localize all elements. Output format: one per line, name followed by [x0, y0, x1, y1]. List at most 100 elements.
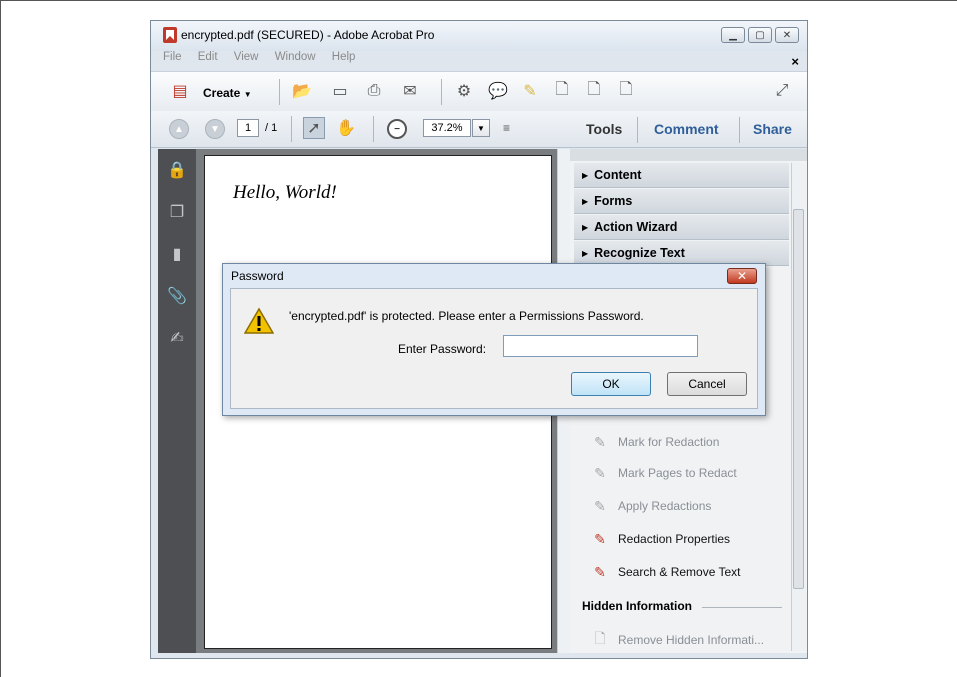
- ok-button[interactable]: OK: [571, 372, 651, 396]
- heading-divider: [702, 607, 782, 608]
- tool-redaction-properties[interactable]: ✎ Redaction Properties: [590, 528, 730, 550]
- section-label: Forms: [594, 194, 633, 208]
- dialog-message: 'encrypted.pdf' is protected. Please ent…: [289, 309, 644, 323]
- toolbar-separator: [373, 116, 374, 142]
- highlight-text-icon[interactable]: ✎: [519, 80, 541, 102]
- section-content[interactable]: ▶ Content: [574, 163, 789, 188]
- screen-border-left: [0, 0, 1, 677]
- menu-bar: File Edit View Window Help: [163, 51, 365, 63]
- redaction-properties-icon: ✎: [594, 530, 606, 547]
- print-icon[interactable]: ⎙: [363, 80, 385, 102]
- tool-mark-pages-to-redact[interactable]: ✎ Mark Pages to Redact: [590, 462, 737, 484]
- main-toolbar: ▤ Create ▼ 📂 ▭ ⎙ ✉ ⚙ 💬 ✎ 🗋 🗋 🗋 ⤢: [151, 71, 807, 113]
- document-export-icon[interactable]: 🗋: [583, 80, 605, 102]
- section-forms[interactable]: ▶ Forms: [574, 189, 789, 214]
- redact-pages-icon: ✎: [594, 464, 606, 481]
- next-page-icon[interactable]: ▼: [205, 119, 225, 139]
- dialog-title: Password: [231, 269, 284, 283]
- tab-separator: [637, 117, 638, 143]
- menu-view[interactable]: View: [234, 51, 259, 63]
- tool-search-remove-text[interactable]: ✎ Search & Remove Text: [590, 561, 741, 583]
- paperclip-icon[interactable]: 📎: [167, 285, 187, 307]
- document-search-icon[interactable]: 🗋: [615, 80, 637, 102]
- create-label: Create: [203, 86, 241, 100]
- remove-hidden-info-icon: 🗋: [594, 630, 606, 646]
- page-total: / 1: [265, 122, 278, 134]
- tools-pane-scroll-thumb[interactable]: [793, 209, 804, 589]
- tools-pane-header: [570, 149, 807, 161]
- tool-remove-hidden-information[interactable]: 🗋 Remove Hidden Informati...: [590, 629, 764, 651]
- password-dialog: Password ✕ 'encrypted.pdf' is protected.…: [222, 263, 766, 416]
- settings-gear-icon[interactable]: ⚙: [453, 80, 475, 102]
- bookmark-icon[interactable]: ▮: [167, 243, 187, 265]
- create-pdf-icon[interactable]: ▤: [169, 80, 191, 102]
- hidden-information-heading: Hidden Information: [582, 599, 692, 613]
- more-tools-icon[interactable]: ≡: [503, 121, 510, 135]
- zoom-dropdown-icon[interactable]: ▼: [472, 119, 490, 137]
- open-folder-icon[interactable]: 📂: [291, 80, 313, 102]
- zoom-out-icon[interactable]: −: [387, 119, 407, 139]
- select-cursor-icon[interactable]: ➚: [303, 117, 325, 139]
- tool-apply-redactions[interactable]: ✎ Apply Redactions: [590, 495, 711, 517]
- minimize-button[interactable]: ▁: [721, 27, 745, 43]
- window-controls: ▁ ▢ ✕: [721, 27, 799, 43]
- cancel-button[interactable]: Cancel: [667, 372, 747, 396]
- triangle-right-icon: ▶: [582, 222, 589, 232]
- password-label: Enter Password:: [398, 342, 487, 356]
- signature-icon[interactable]: ✍: [167, 327, 187, 349]
- pages-icon[interactable]: ❐: [167, 201, 187, 223]
- toolbar-separator: [441, 79, 442, 105]
- navigation-pane: 🔒 ❐ ▮ 📎 ✍: [158, 149, 196, 653]
- navigation-toolbar: ▲ ▼ 1 / 1 ➚ ✋ − 37.2% ▼ ≡ Tools Comment …: [151, 111, 807, 148]
- previous-page-icon[interactable]: ▲: [169, 119, 189, 139]
- section-label: Content: [594, 168, 642, 182]
- acrobat-pdf-icon: [163, 27, 177, 43]
- redaction-marker-icon: ✎: [594, 433, 606, 450]
- password-input[interactable]: [503, 335, 698, 357]
- dialog-close-button[interactable]: ✕: [727, 268, 757, 284]
- section-label: Recognize Text: [594, 246, 685, 260]
- window-title: encrypted.pdf (SECURED) - Adobe Acrobat …: [181, 28, 435, 42]
- menu-file[interactable]: File: [163, 51, 182, 63]
- tab-share[interactable]: Share: [753, 121, 792, 137]
- close-document-icon[interactable]: ×: [791, 54, 799, 69]
- search-remove-text-icon: ✎: [594, 563, 606, 580]
- tool-label: Mark Pages to Redact: [618, 466, 737, 480]
- close-window-button[interactable]: ✕: [775, 27, 799, 43]
- triangle-right-icon: ▶: [582, 248, 589, 258]
- page-text: Hello, World!: [233, 182, 337, 203]
- screen-border-top: [0, 0, 957, 1]
- tool-mark-for-redaction[interactable]: ✎ Mark for Redaction: [590, 431, 719, 453]
- toolbar-separator: [279, 79, 280, 105]
- email-icon[interactable]: ✉: [399, 80, 421, 102]
- tab-comment[interactable]: Comment: [654, 121, 719, 137]
- document-icon[interactable]: 🗋: [551, 80, 573, 102]
- title-bar[interactable]: encrypted.pdf (SECURED) - Adobe Acrobat …: [151, 21, 807, 51]
- triangle-right-icon: ▶: [582, 170, 589, 180]
- section-action-wizard[interactable]: ▶ Action Wizard: [574, 215, 789, 240]
- menu-help[interactable]: Help: [332, 51, 356, 63]
- menu-edit[interactable]: Edit: [198, 51, 218, 63]
- lock-icon[interactable]: 🔒: [167, 159, 187, 181]
- chevron-down-icon: ▼: [243, 90, 252, 99]
- warning-icon: [244, 307, 274, 334]
- dialog-body: 'encrypted.pdf' is protected. Please ent…: [230, 288, 758, 409]
- tool-label: Apply Redactions: [618, 499, 712, 513]
- tab-tools[interactable]: Tools: [586, 121, 622, 137]
- hand-tool-icon[interactable]: ✋: [335, 117, 357, 139]
- page-number-input[interactable]: 1: [237, 119, 259, 137]
- apply-redactions-icon: ✎: [594, 497, 606, 514]
- menu-window[interactable]: Window: [275, 51, 316, 63]
- tab-separator: [739, 117, 740, 143]
- tool-label: Mark for Redaction: [618, 435, 720, 449]
- comment-bubble-icon[interactable]: 💬: [487, 80, 509, 102]
- tool-label: Search & Remove Text: [618, 565, 741, 579]
- triangle-right-icon: ▶: [582, 196, 589, 206]
- toolbar-separator: [291, 116, 292, 142]
- save-icon[interactable]: ▭: [329, 80, 351, 102]
- tool-label: Redaction Properties: [618, 532, 731, 546]
- maximize-button[interactable]: ▢: [748, 27, 772, 43]
- zoom-level-input[interactable]: 37.2%: [423, 119, 471, 137]
- expand-icon[interactable]: ⤢: [771, 80, 793, 102]
- create-button[interactable]: Create ▼: [203, 86, 252, 100]
